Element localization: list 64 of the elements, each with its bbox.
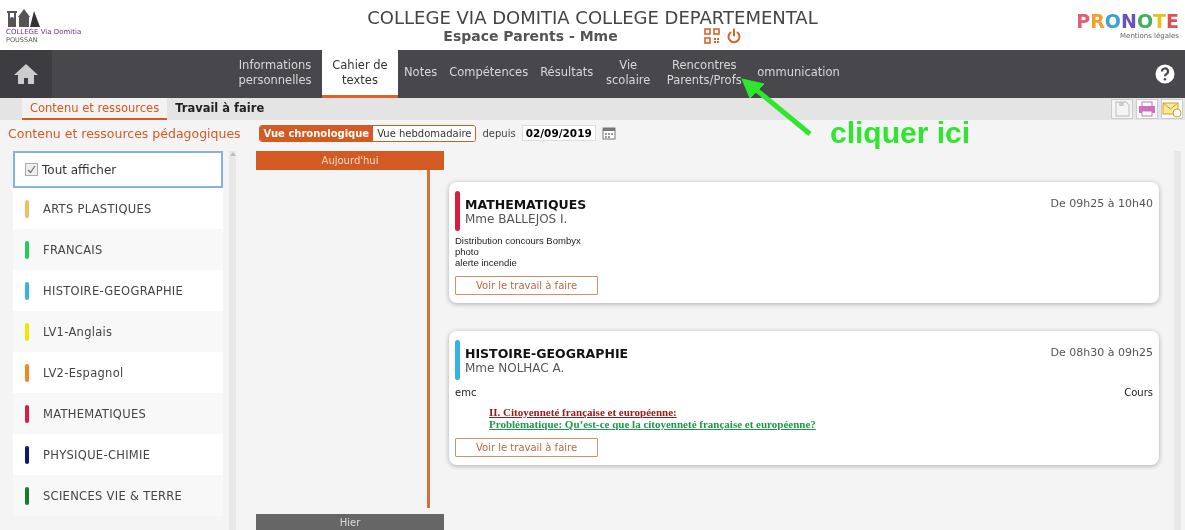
checkbox-label: Tout afficher bbox=[42, 162, 117, 177]
checkbox[interactable] bbox=[25, 163, 38, 176]
show-all-checkbox[interactable]: Tout afficher bbox=[13, 151, 223, 188]
subject-item[interactable]: MATHEMATIQUES bbox=[13, 393, 223, 434]
nav-tab[interactable]: Vie scolaire bbox=[599, 50, 658, 98]
yesterday-header: Hier bbox=[256, 514, 444, 530]
lesson-subject: HISTOIRE-GEOGRAPHIE bbox=[465, 346, 630, 361]
subject-item[interactable]: PHYSIQUE-CHIMIE bbox=[13, 434, 223, 475]
lesson-teacher: Mme BALLEJOS I. bbox=[465, 212, 569, 226]
nav-tab[interactable]: Rencontres Parents/Profs bbox=[657, 50, 752, 98]
problem-statement: Problématique: Qu’est-ce que la citoyenneté française et européenne? bbox=[488, 418, 817, 430]
view-toggle[interactable]: Vue chronologique bbox=[259, 125, 374, 141]
sub-tab[interactable]: Contenu et ressources bbox=[22, 98, 168, 120]
subject-item[interactable]: ARTS PLASTIQUES bbox=[13, 188, 223, 229]
subject-name: HISTOIRE-GEOGRAPHIE bbox=[43, 283, 184, 298]
section-heading: II. Citoyenneté française et européenne: bbox=[488, 406, 678, 418]
since-label: depuis bbox=[482, 127, 516, 139]
subject-name: FRANCAIS bbox=[43, 242, 103, 257]
subject-item[interactable]: LV1-Anglais bbox=[13, 311, 223, 352]
nav-tab[interactable]: Compétences bbox=[443, 50, 535, 98]
subject-name: SCIENCES VIE & TERRE bbox=[43, 488, 183, 503]
lesson-topic: emc bbox=[455, 387, 477, 398]
subject-item[interactable]: HISTOIRE-GEOGRAPHIE bbox=[13, 270, 223, 311]
nav-tab[interactable]: Informations personnelles bbox=[228, 50, 322, 98]
subject-item[interactable]: LV2-Espagnol bbox=[13, 352, 223, 393]
annotation-arrow bbox=[740, 78, 812, 138]
lesson-note: alerte incendie bbox=[455, 257, 518, 268]
homework-button[interactable]: Voir le travail à faire bbox=[455, 276, 599, 295]
subject-item[interactable]: FRANCAIS bbox=[13, 229, 223, 270]
subject-name: MATHEMATIQUES bbox=[43, 406, 147, 421]
pronote-logo: PRONOTE bbox=[1076, 10, 1179, 32]
section-title: Contenu et ressources pédagogiques bbox=[8, 125, 241, 141]
view-toggle[interactable]: Vue hebdomadaire bbox=[373, 125, 476, 141]
power-icon[interactable] bbox=[725, 27, 742, 44]
subject-item[interactable]: SCIENCES VIE & TERRE bbox=[13, 475, 223, 516]
homework-button[interactable]: Voir le travail à faire bbox=[455, 438, 599, 457]
lesson-time: De 08h30 à 09h25 bbox=[1050, 346, 1153, 359]
space-subtitle: Espace Parents - Mme bbox=[443, 27, 618, 44]
nav-tab[interactable]: Résultats bbox=[534, 50, 600, 98]
lesson-subject: MATHEMATIQUES bbox=[465, 197, 588, 212]
subject-name: LV1-Anglais bbox=[43, 324, 113, 339]
help-icon[interactable] bbox=[1155, 64, 1175, 84]
annotation-text: cliquer ici bbox=[830, 118, 971, 148]
subject-name: LV2-Espagnol bbox=[43, 365, 124, 380]
email-icon[interactable] bbox=[1161, 99, 1183, 119]
nav-tab[interactable]: ommunication bbox=[751, 50, 846, 98]
today-header: Aujourd'hui bbox=[256, 151, 444, 170]
sub-tab[interactable]: Travail à faire bbox=[167, 98, 273, 120]
lesson-note: photo bbox=[455, 246, 480, 257]
lesson-type: Cours bbox=[1124, 387, 1153, 398]
school-title: COLLEGE VIA DOMITIA COLLEGE DEPARTEMENTAL bbox=[367, 6, 818, 28]
lesson-time: De 09h25 à 10h40 bbox=[1050, 197, 1153, 210]
date-field[interactable]: 02/09/2019 bbox=[521, 125, 596, 141]
qr-code-icon[interactable] bbox=[703, 27, 720, 44]
nav-tab[interactable]: Notes bbox=[398, 50, 444, 98]
print-icon[interactable] bbox=[1136, 99, 1158, 119]
home-icon[interactable] bbox=[13, 63, 39, 85]
nav-tab[interactable]: Cahier de textes bbox=[322, 50, 398, 98]
lesson-note: Distribution concours Bombyx bbox=[455, 235, 582, 246]
scrollbar[interactable] bbox=[229, 151, 236, 530]
subject-name: PHYSIQUE-CHIMIE bbox=[43, 447, 151, 462]
subject-name: ARTS PLASTIQUES bbox=[43, 201, 152, 216]
calendar-icon[interactable] bbox=[601, 126, 616, 140]
lesson-teacher: Mme NOLHAC A. bbox=[465, 361, 566, 375]
